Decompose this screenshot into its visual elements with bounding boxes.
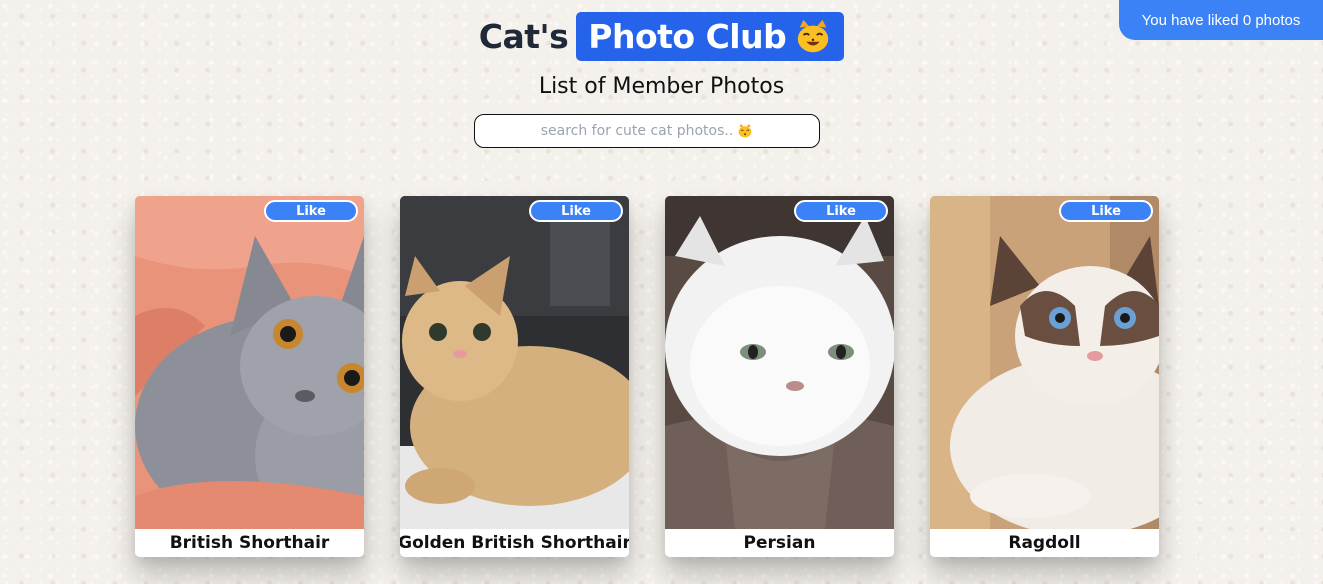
like-button[interactable]: Like <box>1059 200 1153 222</box>
cat-photo-ragdoll[interactable] <box>930 196 1159 529</box>
title-highlight-text: Photo Club <box>588 17 787 56</box>
page-subtitle: List of Member Photos <box>538 74 785 99</box>
cat-photo-british-shorthair[interactable] <box>135 196 364 529</box>
card-caption: Persian <box>665 529 894 557</box>
card-caption: Ragdoll <box>930 529 1159 557</box>
cat-photo-golden-british-shorthair[interactable] <box>400 196 629 529</box>
photo-card: Like Ragdoll <box>930 196 1159 557</box>
like-button[interactable]: Like <box>794 200 888 222</box>
smiling-cat-icon <box>798 19 829 52</box>
photo-card: Like British Shorthair <box>135 196 364 557</box>
search-placeholder: search for cute cat photos.. <box>540 123 734 139</box>
card-caption: Golden British Shorthair <box>400 529 629 557</box>
title-highlight: Photo Club <box>576 12 845 61</box>
search-input[interactable]: search for cute cat photos.. <box>474 114 820 148</box>
photo-card: Like Persian <box>665 196 894 557</box>
page-header: Cat's Photo Club <box>0 12 1323 61</box>
card-caption: British Shorthair <box>135 529 364 557</box>
kissing-cat-icon <box>738 123 752 138</box>
title-main: Cat's <box>478 17 569 56</box>
photo-card: Like Golden British Shorthair <box>400 196 629 557</box>
cat-photo-persian[interactable] <box>665 196 894 529</box>
like-button[interactable]: Like <box>529 200 623 222</box>
like-button[interactable]: Like <box>264 200 358 222</box>
